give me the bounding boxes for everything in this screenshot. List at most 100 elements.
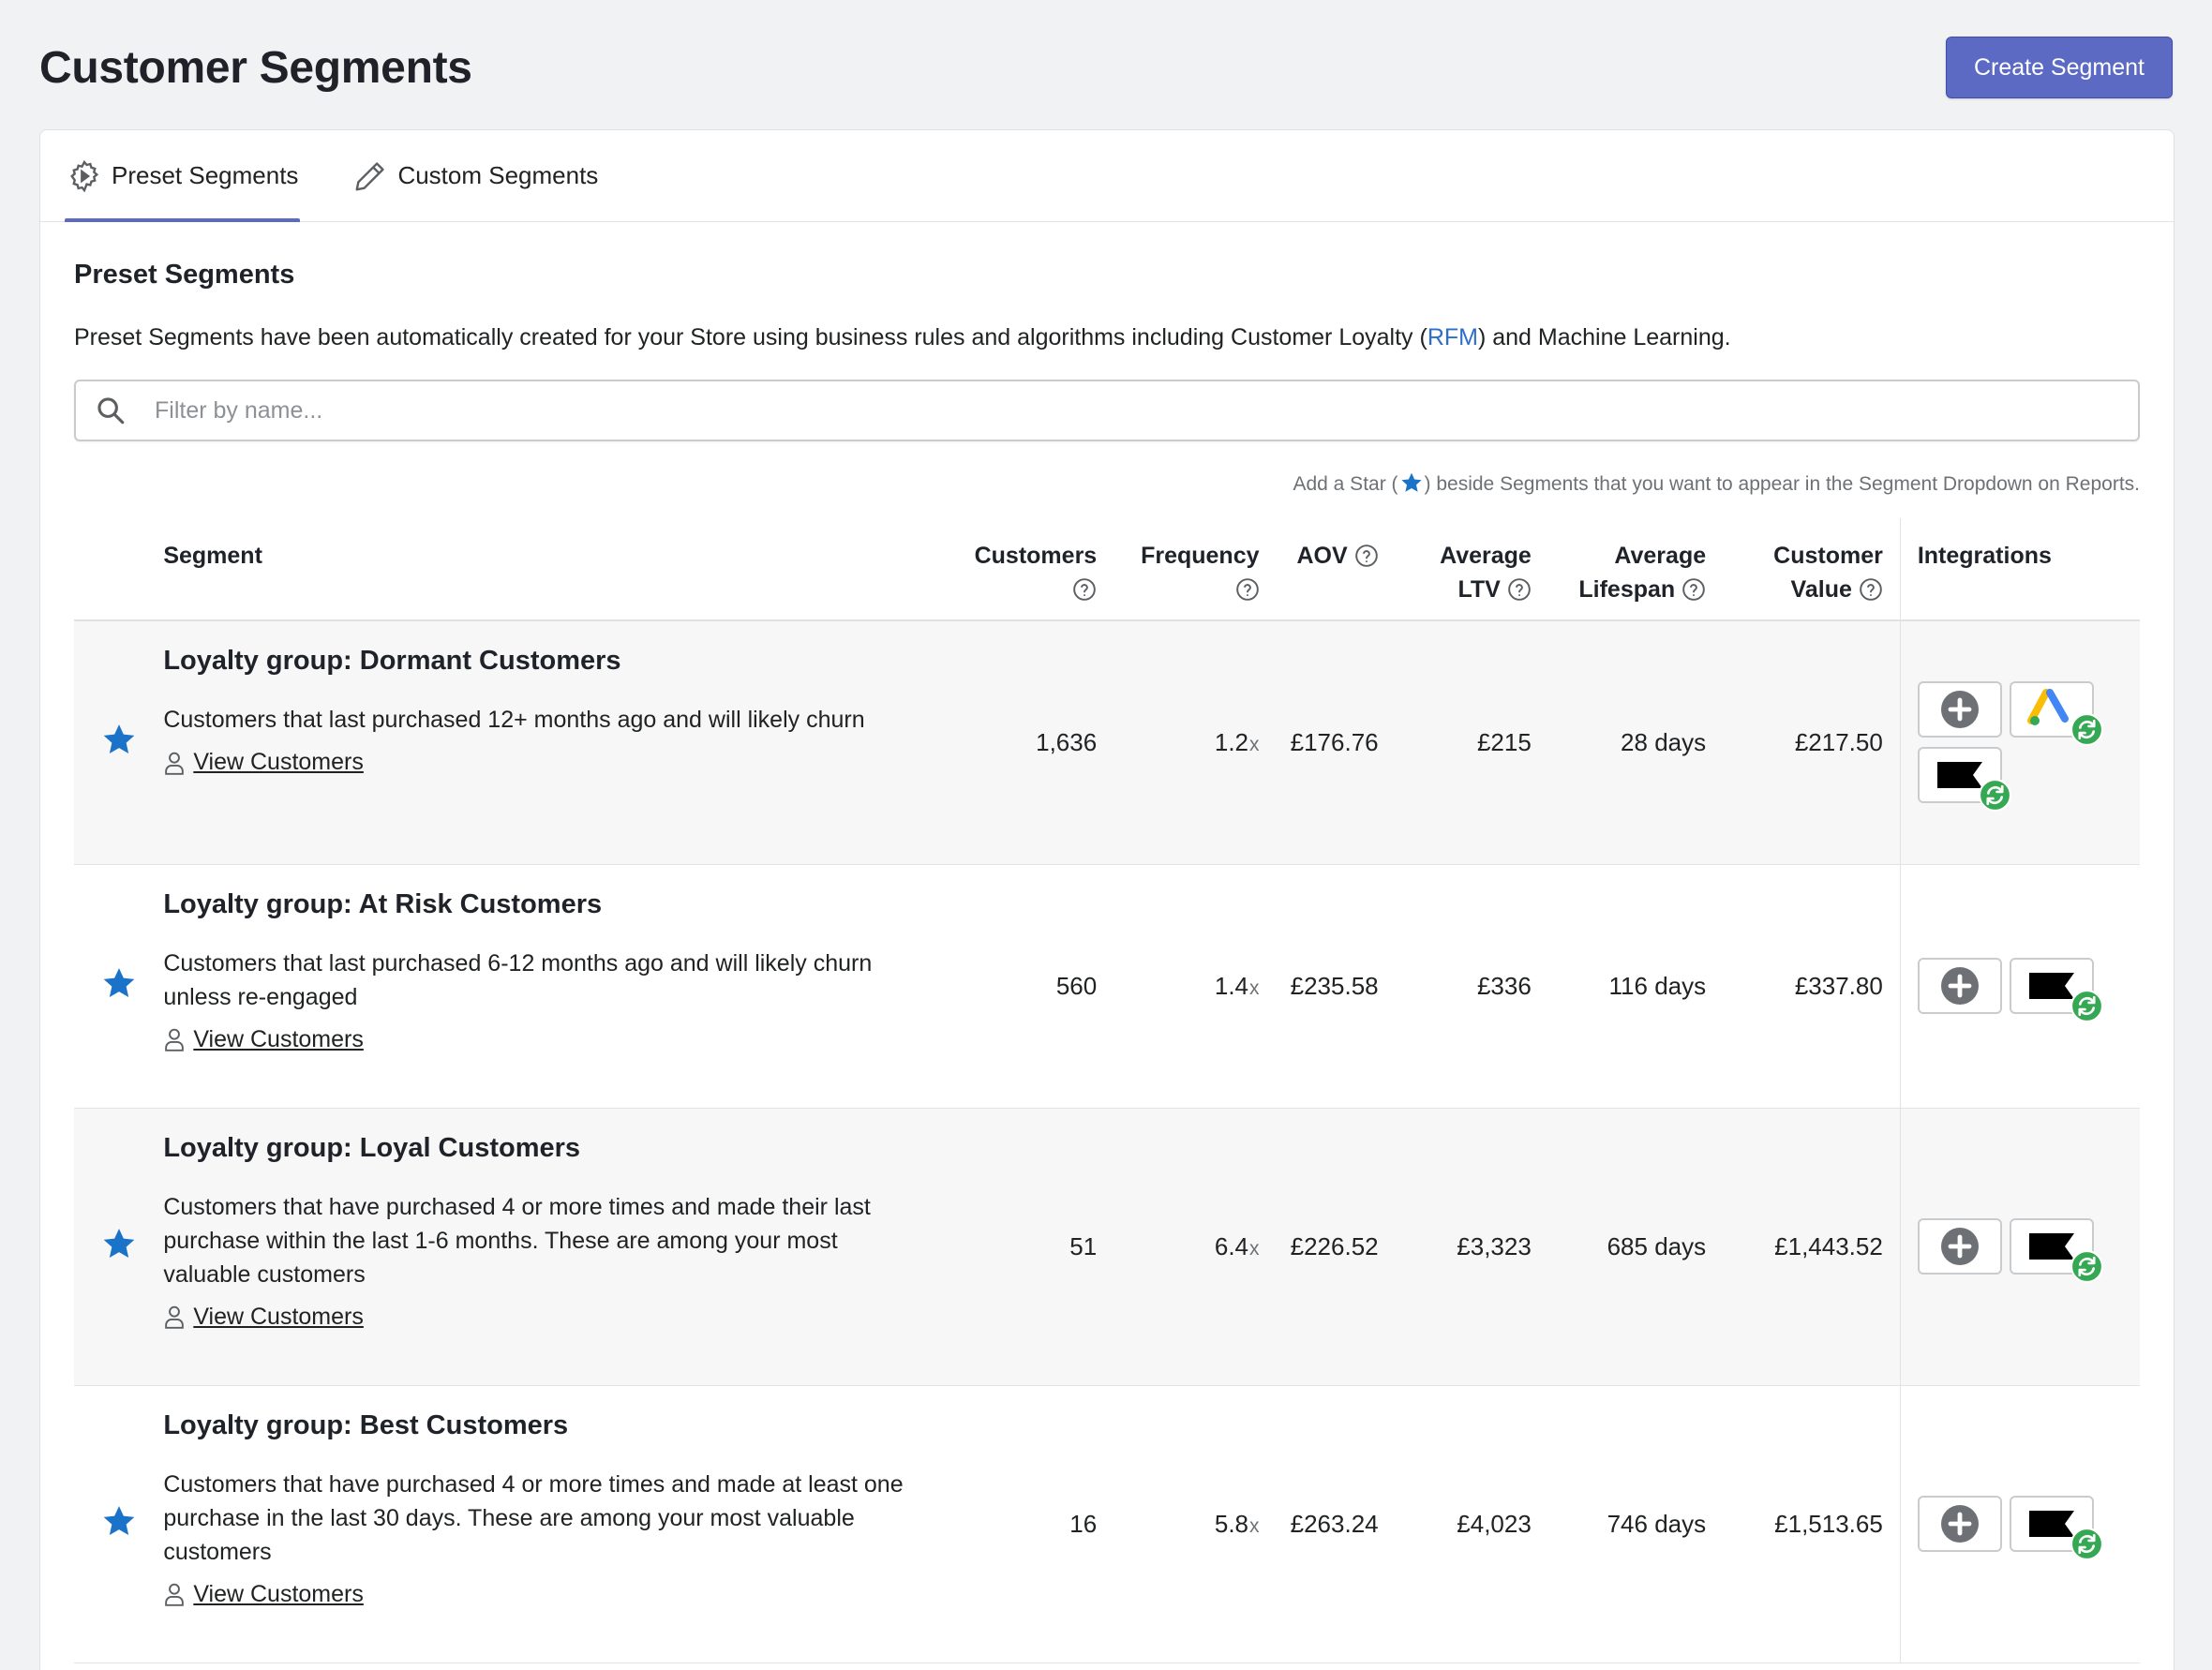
add-integration-button[interactable]	[1917, 1218, 2002, 1275]
rfm-link[interactable]: RFM	[1427, 324, 1478, 350]
add-integration-button[interactable]	[1917, 1496, 2002, 1552]
value-header-label-2: Value	[1790, 576, 1852, 603]
customers-cell: 1,636	[932, 620, 1114, 865]
ltv-header-label-1: Average	[1440, 543, 1532, 569]
add-icon	[1940, 691, 1979, 729]
integrations-cell	[1899, 620, 2140, 865]
person-icon	[165, 752, 185, 775]
segments-card: Preset Segments Custom Segments Preset S…	[39, 129, 2175, 1670]
page-header: Customer Segments Create Segment	[39, 36, 2173, 99]
help-icon[interactable]	[1859, 577, 1883, 602]
view-customers-link[interactable]: View Customers	[163, 1026, 364, 1053]
integrations-cell	[1899, 1108, 2140, 1386]
customers-header-label: Customers	[974, 543, 1098, 569]
search-input[interactable]	[155, 396, 2138, 425]
lifespan-column-header[interactable]: Average Lifespan	[1547, 518, 1724, 621]
frequency-cell: 1.2x	[1113, 620, 1277, 865]
section-desc-text-end: ) and Machine Learning.	[1477, 324, 1731, 350]
view-customers-link[interactable]: View Customers	[163, 1304, 364, 1331]
frequency-cell: 5.8x	[1113, 1385, 1277, 1663]
search-box	[74, 380, 2140, 441]
table-row: Loyalty group: Dormant Customers Custome…	[74, 620, 2140, 865]
customers-column-header[interactable]: Customers	[932, 518, 1114, 621]
integrations-cell	[1899, 864, 2140, 1109]
customer-value-cell: £1,513.65	[1723, 1385, 1901, 1663]
ltv-cell: £215	[1395, 620, 1548, 865]
tab-custom-segments[interactable]: Custom Segments	[351, 130, 600, 221]
lifespan-cell: 685 days	[1547, 1108, 1724, 1386]
lifespan-cell: 746 days	[1547, 1385, 1724, 1663]
customer-value-cell: £1,443.52	[1723, 1108, 1901, 1386]
aov-header-label: AOV	[1296, 543, 1348, 569]
klaviyo-integration-button[interactable]	[2009, 1496, 2103, 1560]
integrations-column-header: Integrations	[1899, 518, 2140, 621]
klaviyo-integration-button[interactable]	[1917, 747, 2011, 813]
star-icon[interactable]	[100, 1225, 138, 1262]
view-customers-label: View Customers	[193, 1303, 364, 1330]
segment-name: Loyalty group: Loyal Customers	[163, 1132, 581, 1163]
frequency-suffix: x	[1249, 977, 1260, 999]
segment-cell: Loyalty group: Loyal Customers Customers…	[163, 1108, 933, 1386]
star-cell[interactable]	[74, 864, 164, 1109]
star-icon[interactable]	[100, 964, 138, 1002]
table-row: Loyalty group: At Risk Customers Custome…	[74, 864, 2140, 1109]
customer-value-column-header[interactable]: Customer Value	[1723, 518, 1901, 621]
aov-cell: £226.52	[1276, 1108, 1396, 1386]
help-icon[interactable]	[1354, 544, 1379, 568]
help-icon[interactable]	[1072, 577, 1097, 602]
create-segment-button[interactable]: Create Segment	[1945, 37, 2173, 98]
frequency-value: 1.2	[1214, 727, 1249, 756]
help-icon[interactable]	[1681, 577, 1706, 602]
segment-name: Loyalty group: Best Customers	[163, 1409, 569, 1440]
star-cell[interactable]	[74, 1385, 164, 1663]
segment-cell: Loyalty group: Dormant Customers Custome…	[163, 620, 933, 865]
segment-description: Customers that have purchased 4 or more …	[163, 1193, 871, 1288]
frequency-column-header[interactable]: Frequency	[1113, 518, 1277, 621]
sync-status-icon	[2070, 1528, 2103, 1560]
star-icon[interactable]	[100, 721, 138, 758]
segment-cell: Loyalty group: Best Customers Customers …	[163, 1385, 933, 1663]
tab-preset-segments[interactable]: Preset Segments	[65, 130, 301, 222]
ltv-column-header[interactable]: Average LTV	[1395, 518, 1548, 621]
segment-name: Loyalty group: Dormant Customers	[163, 646, 621, 676]
integrations-list	[1917, 681, 2103, 813]
table-row: Loyalty group: Loyal Customers Customers…	[74, 1108, 2140, 1386]
integrations-list	[1917, 958, 2103, 1022]
person-icon	[165, 1028, 185, 1051]
ltv-cell: £3,323	[1395, 1108, 1548, 1386]
sync-status-icon	[1978, 779, 2011, 813]
frequency-suffix: x	[1249, 1514, 1260, 1537]
gear-icon	[70, 159, 99, 192]
klaviyo-integration-button[interactable]	[2009, 958, 2103, 1022]
person-icon	[165, 1583, 185, 1606]
segment-column-header[interactable]: Segment	[163, 518, 933, 621]
sync-status-icon	[2070, 713, 2103, 747]
add-integration-button[interactable]	[1917, 681, 2002, 738]
aov-column-header[interactable]: AOV	[1276, 518, 1396, 621]
add-integration-button[interactable]	[1917, 958, 2002, 1014]
star-cell[interactable]	[74, 1108, 164, 1386]
help-icon[interactable]	[1235, 577, 1260, 602]
add-icon	[1940, 967, 1979, 1005]
segment-description: Customers that last purchased 6-12 month…	[163, 949, 873, 1010]
star-cell[interactable]	[74, 620, 164, 865]
tab-custom-segments-label: Custom Segments	[397, 161, 599, 189]
ltv-cell: £4,023	[1395, 1385, 1548, 1663]
star-icon[interactable]	[100, 1502, 138, 1540]
frequency-value: 5.8	[1214, 1509, 1249, 1538]
frequency-cell: 6.4x	[1113, 1108, 1277, 1386]
ltv-header-label-2: LTV	[1457, 576, 1501, 603]
table-row: Loyalty group: Best Customers Customers …	[74, 1385, 2140, 1663]
section-title: Preset Segments	[74, 260, 295, 290]
klaviyo-integration-button[interactable]	[2009, 1218, 2103, 1283]
lifespan-header-label-2: Lifespan	[1578, 576, 1676, 603]
star-icon	[1400, 473, 1422, 493]
help-icon[interactable]	[1507, 577, 1532, 602]
star-hint-text-end: ) beside Segments that you want to appea…	[1424, 473, 2140, 495]
google-ads-integration-button[interactable]	[2009, 681, 2103, 747]
segment-description: Customers that last purchased 12+ months…	[163, 707, 865, 733]
lifespan-header-label-1: Average	[1614, 543, 1707, 569]
view-customers-link[interactable]: View Customers	[163, 1581, 364, 1608]
view-customers-link[interactable]: View Customers	[163, 749, 364, 776]
star-hint: Add a Star () beside Segments that you w…	[74, 473, 2140, 503]
